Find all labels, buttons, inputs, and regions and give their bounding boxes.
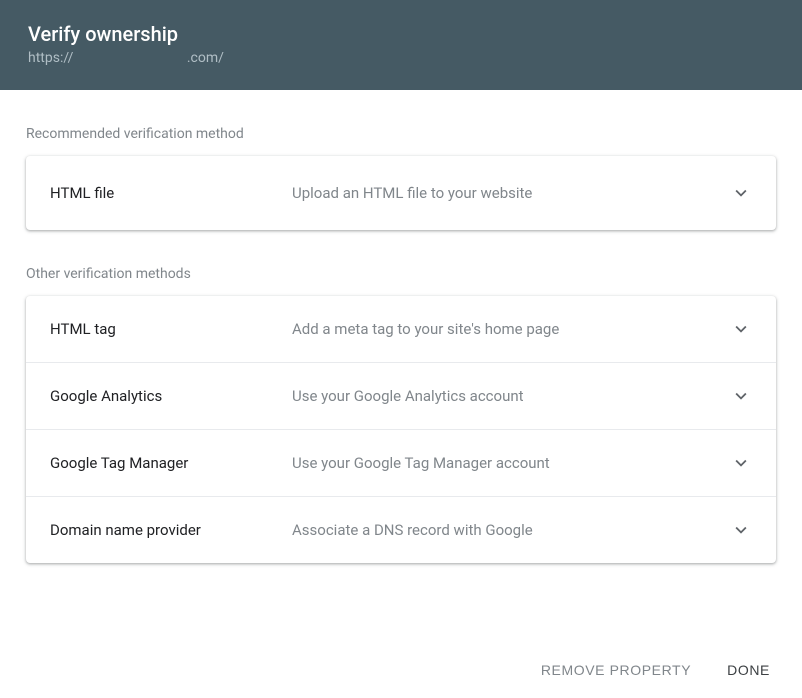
method-google-analytics[interactable]: Google Analytics Use your Google Analyti…	[26, 362, 776, 429]
method-title: Google Tag Manager	[50, 454, 292, 472]
property-url: https:// .com/	[28, 50, 774, 66]
method-desc: Use your Google Analytics account	[292, 387, 730, 405]
method-title: HTML file	[50, 184, 292, 202]
remove-property-button[interactable]: Remove property	[537, 656, 695, 684]
method-title: Domain name provider	[50, 521, 292, 539]
dialog-title: Verify ownership	[28, 22, 774, 46]
other-methods-card: HTML tag Add a meta tag to your site's h…	[26, 296, 776, 563]
url-suffix: .com/	[187, 50, 224, 66]
chevron-down-icon	[730, 318, 752, 340]
method-google-tag-manager[interactable]: Google Tag Manager Use your Google Tag M…	[26, 429, 776, 496]
method-html-tag[interactable]: HTML tag Add a meta tag to your site's h…	[26, 296, 776, 362]
method-html-file[interactable]: HTML file Upload an HTML file to your we…	[26, 156, 776, 230]
chevron-down-icon	[730, 385, 752, 407]
chevron-down-icon	[730, 519, 752, 541]
done-button[interactable]: Done	[723, 656, 774, 684]
method-desc: Upload an HTML file to your website	[292, 184, 730, 202]
method-domain-name-provider[interactable]: Domain name provider Associate a DNS rec…	[26, 496, 776, 563]
url-prefix: https://	[28, 50, 73, 66]
recommended-section-label: Recommended verification method	[26, 126, 776, 142]
method-title: Google Analytics	[50, 387, 292, 405]
dialog-header: Verify ownership https:// .com/	[0, 0, 802, 90]
chevron-down-icon	[730, 182, 752, 204]
other-section-label: Other verification methods	[26, 266, 776, 282]
method-desc: Associate a DNS record with Google	[292, 521, 730, 539]
method-title: HTML tag	[50, 320, 292, 338]
chevron-down-icon	[730, 452, 752, 474]
method-desc: Use your Google Tag Manager account	[292, 454, 730, 472]
dialog-footer: Remove property Done	[0, 642, 802, 698]
recommended-method-card: HTML file Upload an HTML file to your we…	[26, 156, 776, 230]
method-desc: Add a meta tag to your site's home page	[292, 320, 730, 338]
dialog-content: Recommended verification method HTML fil…	[0, 126, 802, 563]
